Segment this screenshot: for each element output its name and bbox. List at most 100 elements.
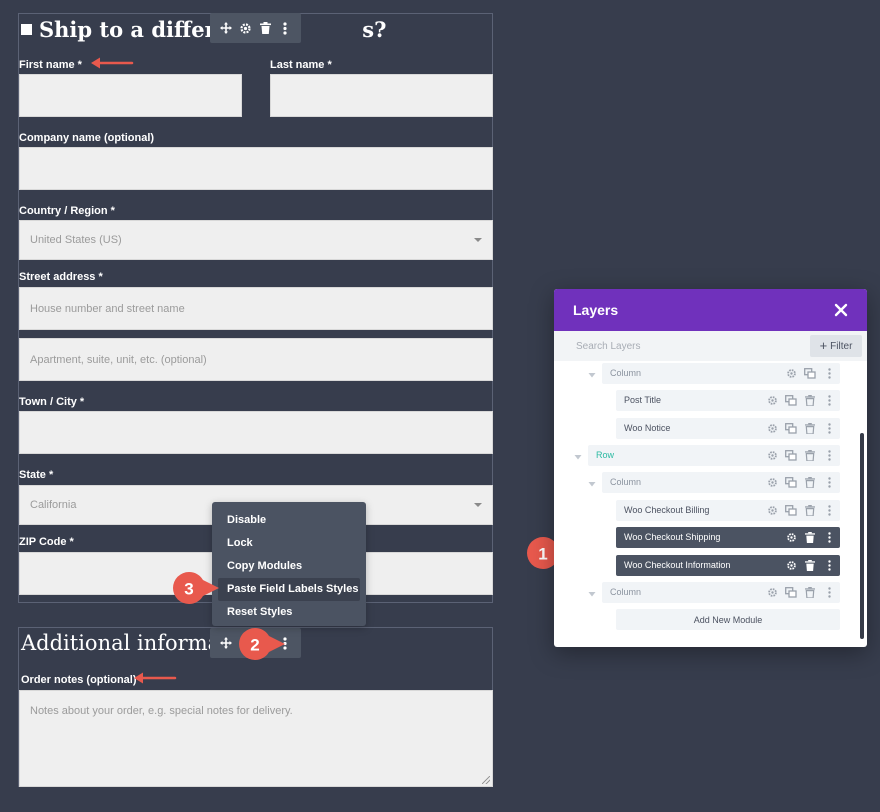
svg-text:2: 2 <box>250 636 259 655</box>
state-value: California <box>30 499 77 511</box>
town-input[interactable] <box>19 411 493 454</box>
trash-icon[interactable] <box>803 448 817 462</box>
more-vertical-icon[interactable] <box>822 366 836 380</box>
street-address-line1-input[interactable]: House number and street name <box>19 287 493 330</box>
duplicate-icon[interactable] <box>784 475 798 489</box>
duplicate-icon[interactable] <box>784 393 798 407</box>
layers-search-bar: + Filter <box>554 331 867 361</box>
order-notes-label: Order notes (optional) <box>21 674 137 686</box>
add-new-module-button[interactable]: Add New Module <box>616 609 840 630</box>
menu-item-reset-styles[interactable]: Reset Styles <box>212 601 366 624</box>
plus-icon: + <box>819 338 828 353</box>
trash-icon[interactable] <box>803 421 817 435</box>
country-label: Country / Region * <box>19 205 115 217</box>
layer-row-column[interactable]: Column <box>602 363 840 384</box>
zip-label: ZIP Code * <box>19 536 74 548</box>
town-label: Town / City * <box>19 396 85 408</box>
more-vertical-icon[interactable] <box>822 393 836 407</box>
callout-arrow-order-notes <box>134 672 177 684</box>
trash-icon[interactable] <box>256 19 274 37</box>
layer-row-post-title[interactable]: Post Title <box>616 390 840 411</box>
svg-text:3: 3 <box>184 580 193 599</box>
more-vertical-icon[interactable] <box>822 585 836 599</box>
layer-row-woo-checkout-billing[interactable]: Woo Checkout Billing <box>616 500 840 521</box>
chevron-down-icon <box>474 238 482 242</box>
collapse-toggle-icon[interactable] <box>574 453 582 461</box>
layers-panel: Layers + Filter Column Post Title W <box>554 289 867 647</box>
gear-icon[interactable] <box>784 558 798 572</box>
trash-icon[interactable] <box>803 475 817 489</box>
last-name-input[interactable] <box>270 74 493 117</box>
trash-icon[interactable] <box>803 503 817 517</box>
gear-icon[interactable] <box>765 421 779 435</box>
menu-item-copy-modules[interactable]: Copy Modules <box>212 555 366 578</box>
menu-item-lock[interactable]: Lock <box>212 532 366 555</box>
state-label: State * <box>19 469 54 481</box>
close-icon[interactable] <box>831 300 851 320</box>
layer-row-woo-notice[interactable]: Woo Notice <box>616 418 840 439</box>
gear-icon[interactable] <box>765 448 779 462</box>
layers-title: Layers <box>573 302 619 318</box>
gear-icon[interactable] <box>784 366 798 380</box>
collapse-toggle-icon[interactable] <box>588 371 596 379</box>
first-name-input[interactable] <box>19 74 242 117</box>
street-label: Street address * <box>19 271 103 283</box>
more-vertical-icon[interactable] <box>822 421 836 435</box>
street-address-line2-input[interactable]: Apartment, suite, unit, etc. (optional) <box>19 338 493 381</box>
duplicate-icon[interactable] <box>784 448 798 462</box>
more-vertical-icon[interactable] <box>276 19 294 37</box>
gear-icon[interactable] <box>765 475 779 489</box>
country-value: United States (US) <box>30 234 122 246</box>
more-vertical-icon[interactable] <box>822 448 836 462</box>
duplicate-icon[interactable] <box>784 585 798 599</box>
ship-checkbox[interactable] <box>21 24 32 35</box>
company-label: Company name (optional) <box>19 132 155 144</box>
trash-icon[interactable] <box>803 530 817 544</box>
chevron-down-icon <box>474 503 482 507</box>
more-vertical-icon[interactable] <box>822 558 836 572</box>
last-name-label: Last name * <box>270 59 332 71</box>
first-name-label: First name * <box>19 59 82 71</box>
gear-icon[interactable] <box>784 530 798 544</box>
gear-icon[interactable] <box>765 503 779 517</box>
more-vertical-icon[interactable] <box>822 475 836 489</box>
company-input[interactable] <box>19 147 493 190</box>
additional-information-heading: Additional informa <box>21 631 221 655</box>
callout-badge-2: 2 <box>239 627 285 661</box>
layer-row-woo-checkout-shipping[interactable]: Woo Checkout Shipping <box>616 527 840 548</box>
gear-icon[interactable] <box>237 19 255 37</box>
layer-row-column[interactable]: Column <box>602 582 840 603</box>
shipping-module-toolbar[interactable] <box>210 13 301 43</box>
duplicate-icon[interactable] <box>784 421 798 435</box>
resize-handle-icon[interactable] <box>482 776 490 784</box>
layer-row-woo-checkout-information[interactable]: Woo Checkout Information <box>616 555 840 576</box>
trash-icon[interactable] <box>803 585 817 599</box>
trash-icon[interactable] <box>803 558 817 572</box>
duplicate-icon[interactable] <box>803 366 817 380</box>
callout-badge-3: 3 <box>173 571 219 605</box>
svg-text:1: 1 <box>538 545 547 564</box>
layer-row-row[interactable]: Row <box>588 445 840 466</box>
move-icon[interactable] <box>217 634 235 652</box>
more-vertical-icon[interactable] <box>822 530 836 544</box>
shipping-heading: Ship to a differen s? <box>21 17 386 42</box>
search-layers-input[interactable] <box>566 337 806 355</box>
menu-item-disable[interactable]: Disable <box>212 509 366 532</box>
duplicate-icon[interactable] <box>784 503 798 517</box>
gear-icon[interactable] <box>765 393 779 407</box>
collapse-toggle-icon[interactable] <box>588 590 596 598</box>
move-icon[interactable] <box>217 19 235 37</box>
callout-arrow-first-name <box>91 57 134 69</box>
layer-row-column[interactable]: Column <box>602 472 840 493</box>
more-vertical-icon[interactable] <box>822 503 836 517</box>
module-context-menu: Disable Lock Copy Modules Paste Field La… <box>212 502 366 626</box>
country-select[interactable]: United States (US) <box>19 220 493 260</box>
layers-header: Layers <box>554 289 867 331</box>
layers-scrollbar[interactable] <box>860 433 864 639</box>
collapse-toggle-icon[interactable] <box>588 480 596 488</box>
menu-item-paste-field-labels-styles[interactable]: Paste Field Labels Styles <box>218 578 360 601</box>
trash-icon[interactable] <box>803 393 817 407</box>
filter-button[interactable]: + Filter <box>810 335 862 357</box>
gear-icon[interactable] <box>765 585 779 599</box>
order-notes-textarea[interactable]: Notes about your order, e.g. special not… <box>19 690 493 787</box>
